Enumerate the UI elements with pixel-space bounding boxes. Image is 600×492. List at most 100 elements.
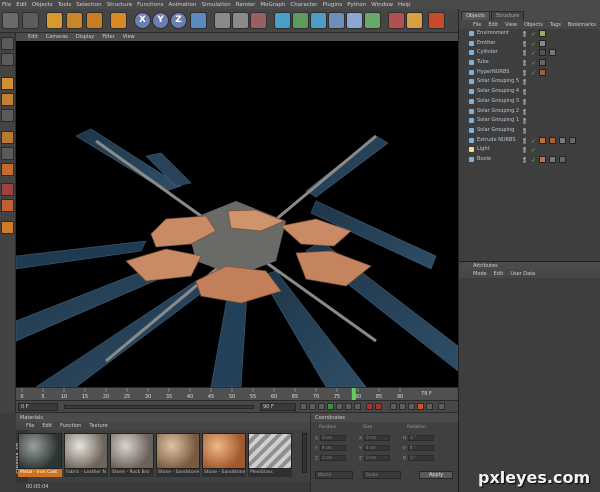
viewport-menu-filter[interactable]: Filter [102,34,114,40]
use-polygons-icon[interactable] [1,109,14,122]
deformer-icon[interactable] [346,12,363,29]
object-row[interactable]: Light ✓ [459,145,600,155]
size-mode-dropdown[interactable]: Scale [363,471,401,479]
render-picture-viewer-icon[interactable] [232,12,249,29]
size-y-field[interactable]: Y0 cm [359,445,390,452]
previous-frame-icon[interactable] [318,403,325,410]
start-frame-field[interactable]: 0 F [18,403,58,411]
position-y-field[interactable]: Y0 cm [315,445,346,452]
y-axis-button[interactable]: Y [152,12,169,29]
object-row[interactable]: Solar Grouping [459,126,600,136]
scene-icon[interactable] [364,12,381,29]
material-swatch[interactable]: Stone - Sandstone [156,433,200,478]
3d-viewport[interactable] [16,41,458,387]
menu-structure[interactable]: Structure [107,2,133,8]
materials-menu-edit[interactable]: Edit [42,423,52,429]
use-model-icon[interactable] [1,37,14,50]
use-edges-icon[interactable] [1,93,14,106]
key-position-icon[interactable] [390,403,397,410]
texture-icon[interactable] [1,131,14,144]
object-row[interactable]: Boole ✓ [459,155,600,165]
axis-icon[interactable] [1,163,14,176]
use-points-icon[interactable] [1,77,14,90]
rotation-h-field[interactable]: H0 ° [403,435,435,442]
objects-menu-file[interactable]: File [473,22,481,28]
objects-menu-view[interactable]: View [505,22,517,28]
end-frame-field[interactable]: 90 F [260,403,296,411]
checkerboard-icon[interactable] [1,199,14,212]
menu-tools[interactable]: Tools [58,2,72,8]
light-icon[interactable] [406,12,423,29]
viewport-menu-edit[interactable]: Edit [28,34,38,40]
next-key-icon[interactable] [345,403,352,410]
material-swatch[interactable]: Stone - Rock Bro [110,433,154,478]
tab-objects[interactable]: Objects [461,11,490,20]
objects-menu-objects[interactable]: Objects [524,22,543,28]
coordinate-system-icon[interactable] [190,12,207,29]
goto-start-icon[interactable] [300,403,307,410]
menu-mograph[interactable]: MoGraph [260,2,285,8]
size-x-field[interactable]: X0 cm [359,435,391,442]
menu-python[interactable]: Python [347,2,366,8]
timeline-ruler[interactable]: 0 5 10 15 20 25 30 35 40 45 50 55 60 65 70 75 80 85 90 79 … [16,387,458,400]
layout-icon[interactable] [428,12,445,29]
menu-help[interactable]: Help [398,2,411,8]
snap-icon[interactable] [1,183,14,196]
attributes-menu-edit[interactable]: Edit [494,271,504,277]
position-z-field[interactable]: Z0 cm [315,455,347,462]
menu-simulation[interactable]: Simulation [201,2,230,8]
x-axis-button[interactable]: X [134,12,151,29]
rotation-b-field[interactable]: B0 ° [403,455,435,462]
tab-structure[interactable]: Structure [490,11,525,20]
viewport-menu-cameras[interactable]: Cameras [46,34,68,40]
position-x-field[interactable]: X0 cm [315,435,347,442]
rotate-tool-icon[interactable] [110,12,127,29]
cube-primitive-icon[interactable] [274,12,291,29]
materials-menu-file[interactable]: File [26,423,34,429]
object-row[interactable]: HyperNURBS ✓ [459,68,600,78]
apply-button[interactable]: Apply [419,471,453,479]
rotation-p-field[interactable]: P0 ° [403,445,434,452]
coordinate-mode-dropdown[interactable]: World [315,471,353,479]
menu-selection[interactable]: Selection [76,2,101,8]
material-swatch[interactable]: Fabric - Leather N [64,433,108,478]
viewport-menu-display[interactable]: Display [76,34,94,40]
objects-menu-bookmarks[interactable]: Bookmarks [568,22,596,28]
redo-icon[interactable] [22,12,39,29]
key-pla-icon[interactable] [426,403,433,410]
scale-tool-icon[interactable] [86,12,103,29]
undo-icon[interactable] [2,12,19,29]
camera-icon[interactable] [388,12,405,29]
playhead[interactable] [351,388,356,400]
material-swatch[interactable]: Stone - Sandstone [202,433,246,478]
timeline-options-icon[interactable] [438,403,445,410]
material-swatch[interactable]: Metal - Iron Cast [18,433,62,478]
next-frame-icon[interactable] [336,403,343,410]
objects-menu-tags[interactable]: Tags [550,22,561,28]
goto-end-icon[interactable] [354,403,361,410]
object-row[interactable]: Solar Grouping 1 [459,116,600,126]
array-icon[interactable] [328,12,345,29]
play-icon[interactable] [327,403,334,410]
pen-spline-icon[interactable] [292,12,309,29]
attributes-menu-mode[interactable]: Mode [473,271,487,277]
z-axis-button[interactable]: Z [170,12,187,29]
menu-objects[interactable]: Objects [32,2,53,8]
menu-file[interactable]: File [2,2,11,8]
range-slider[interactable] [64,405,254,409]
record-icon[interactable] [366,403,373,410]
magnet-icon[interactable] [1,221,14,234]
workplane-icon[interactable] [1,147,14,160]
subdivision-nurbs-icon[interactable] [310,12,327,29]
object-row[interactable]: Tube ✓ [459,58,600,68]
object-row[interactable]: Cylinder ✓ [459,48,600,58]
object-row[interactable]: Solar Grouping 3 [459,97,600,107]
object-row[interactable]: Solar Grouping 2 [459,107,600,117]
object-row[interactable]: Environment ✓ [459,29,600,39]
menu-render[interactable]: Render [236,2,256,8]
objects-menu-edit[interactable]: Edit [488,22,498,28]
menu-edit[interactable]: Edit [16,2,27,8]
menu-plugins[interactable]: Plugins [323,2,343,8]
materials-menu-texture[interactable]: Texture [89,423,107,429]
object-row[interactable]: Emitter ✓ [459,39,600,49]
